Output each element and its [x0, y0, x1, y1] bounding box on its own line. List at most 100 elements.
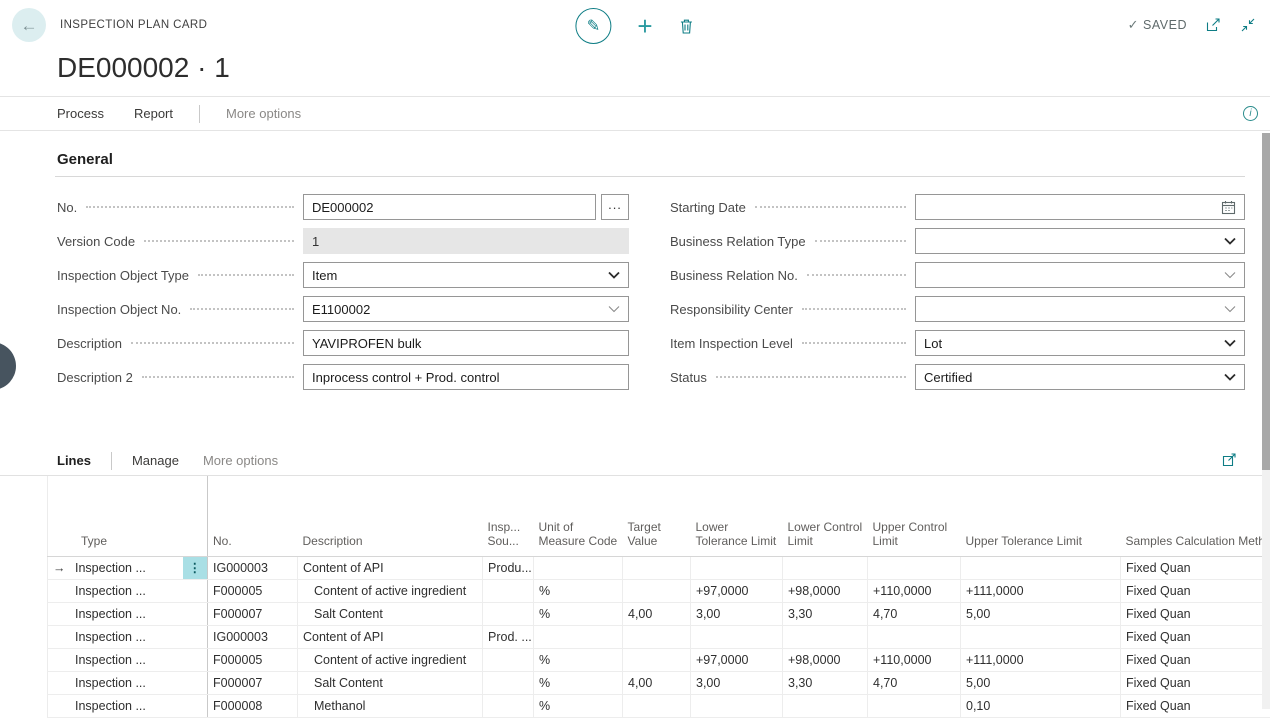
focus-mode-button[interactable] — [1221, 452, 1238, 468]
vertical-scrollbar-thumb[interactable] — [1262, 133, 1270, 470]
cell-no[interactable]: F000005 — [208, 579, 298, 602]
cell-source[interactable] — [483, 602, 534, 625]
business-relation-type-select[interactable] — [915, 228, 1245, 254]
status-select[interactable]: Certified — [915, 364, 1245, 390]
open-in-window-button[interactable] — [1205, 17, 1222, 33]
menu-report[interactable]: Report — [134, 106, 173, 121]
cell-samples[interactable]: Fixed Quan — [1121, 602, 1270, 625]
cell-uom[interactable]: % — [534, 579, 623, 602]
cell-type[interactable]: Inspection ... — [48, 671, 183, 694]
cell-target[interactable]: 4,00 — [623, 602, 691, 625]
responsibility-center-select[interactable] — [915, 296, 1245, 322]
cell-type[interactable]: →Inspection ... — [48, 556, 183, 579]
info-icon[interactable]: i — [1243, 106, 1258, 121]
cell-type[interactable]: Inspection ... — [48, 648, 183, 671]
column-header-lcl[interactable]: Lower Control Limit — [783, 476, 868, 556]
cell-no[interactable]: F000007 — [208, 602, 298, 625]
cell-uom[interactable]: % — [534, 671, 623, 694]
no-input[interactable] — [303, 194, 596, 220]
cell-samples[interactable]: Fixed Quan — [1121, 694, 1270, 717]
row-menu-button[interactable] — [183, 625, 208, 648]
cell-utl[interactable]: +111,0000 — [961, 648, 1121, 671]
cell-desc[interactable]: Content of active ingredient — [298, 579, 483, 602]
cell-ucl[interactable] — [868, 694, 961, 717]
cell-desc[interactable]: Salt Content — [298, 671, 483, 694]
new-button[interactable]: + — [637, 13, 652, 39]
cell-source[interactable]: Prod. ... — [483, 625, 534, 648]
cell-uom[interactable] — [534, 625, 623, 648]
description-input[interactable] — [303, 330, 629, 356]
cell-no[interactable]: F000005 — [208, 648, 298, 671]
item-inspection-level-select[interactable]: Lot — [915, 330, 1245, 356]
column-header-ltl[interactable]: Lower Tolerance Limit — [691, 476, 783, 556]
starting-date-input[interactable] — [915, 194, 1245, 220]
cell-ltl[interactable] — [691, 625, 783, 648]
cell-desc[interactable]: Salt Content — [298, 602, 483, 625]
cell-samples[interactable]: Fixed Quan — [1121, 671, 1270, 694]
cell-ucl[interactable] — [868, 625, 961, 648]
cell-source[interactable] — [483, 579, 534, 602]
lines-manage[interactable]: Manage — [132, 453, 179, 468]
cell-no[interactable]: F000008 — [208, 694, 298, 717]
row-menu-button[interactable] — [183, 579, 208, 602]
cell-type[interactable]: Inspection ... — [48, 602, 183, 625]
cell-desc[interactable]: Content of API — [298, 625, 483, 648]
cell-ltl[interactable] — [691, 556, 783, 579]
side-panel-handle[interactable] — [0, 342, 16, 390]
column-header-no[interactable]: No. — [208, 476, 298, 556]
cell-uom[interactable]: % — [534, 648, 623, 671]
cell-no[interactable]: IG000003 — [208, 625, 298, 648]
cell-type[interactable]: Inspection ... — [48, 694, 183, 717]
cell-utl[interactable]: 5,00 — [961, 671, 1121, 694]
cell-source[interactable]: Produ... — [483, 556, 534, 579]
cell-lcl[interactable]: 3,30 — [783, 602, 868, 625]
cell-ucl[interactable]: 4,70 — [868, 602, 961, 625]
cell-source[interactable] — [483, 694, 534, 717]
column-header-utl[interactable]: Upper Tolerance Limit — [961, 476, 1121, 556]
inspection-object-type-select[interactable]: Item — [303, 262, 629, 288]
cell-ucl[interactable]: +110,0000 — [868, 579, 961, 602]
delete-button[interactable] — [679, 18, 695, 35]
cell-uom[interactable]: % — [534, 602, 623, 625]
cell-ltl[interactable]: +97,0000 — [691, 648, 783, 671]
description-2-input[interactable] — [303, 364, 629, 390]
cell-target[interactable] — [623, 694, 691, 717]
column-header-source[interactable]: Insp... Sou... — [483, 476, 534, 556]
menu-process[interactable]: Process — [57, 106, 104, 121]
cell-ucl[interactable]: 4,70 — [868, 671, 961, 694]
cell-desc[interactable]: Content of active ingredient — [298, 648, 483, 671]
column-header-desc[interactable]: Description — [298, 476, 483, 556]
cell-target[interactable]: 4,00 — [623, 671, 691, 694]
cell-source[interactable] — [483, 648, 534, 671]
column-header-ucl[interactable]: Upper Control Limit — [868, 476, 961, 556]
cell-target[interactable] — [623, 556, 691, 579]
back-button[interactable]: ← — [12, 8, 46, 42]
cell-ltl[interactable] — [691, 694, 783, 717]
edit-button[interactable]: ✎ — [575, 8, 611, 44]
cell-target[interactable] — [623, 579, 691, 602]
cell-ltl[interactable]: +97,0000 — [691, 579, 783, 602]
cell-ltl[interactable]: 3,00 — [691, 671, 783, 694]
cell-target[interactable] — [623, 648, 691, 671]
cell-uom[interactable]: % — [534, 694, 623, 717]
cell-desc[interactable]: Content of API — [298, 556, 483, 579]
column-header-dots[interactable] — [183, 476, 208, 556]
cell-lcl[interactable]: +98,0000 — [783, 648, 868, 671]
general-section-title[interactable]: General — [57, 151, 113, 168]
cell-lcl[interactable] — [783, 556, 868, 579]
row-menu-button[interactable] — [183, 648, 208, 671]
cell-lcl[interactable] — [783, 625, 868, 648]
cell-ucl[interactable]: +110,0000 — [868, 648, 961, 671]
menu-more-options[interactable]: More options — [226, 106, 301, 121]
business-relation-no-select[interactable] — [915, 262, 1245, 288]
cell-samples[interactable]: Fixed Quan — [1121, 625, 1270, 648]
column-header-target[interactable]: Target Value — [623, 476, 691, 556]
lines-more-options[interactable]: More options — [203, 453, 278, 468]
cell-desc[interactable]: Methanol — [298, 694, 483, 717]
inspection-object-no-select[interactable]: E1100002 — [303, 296, 629, 322]
cell-ucl[interactable] — [868, 556, 961, 579]
cell-samples[interactable]: Fixed Quan — [1121, 556, 1270, 579]
cell-no[interactable]: IG000003 — [208, 556, 298, 579]
cell-no[interactable]: F000007 — [208, 671, 298, 694]
cell-lcl[interactable] — [783, 694, 868, 717]
